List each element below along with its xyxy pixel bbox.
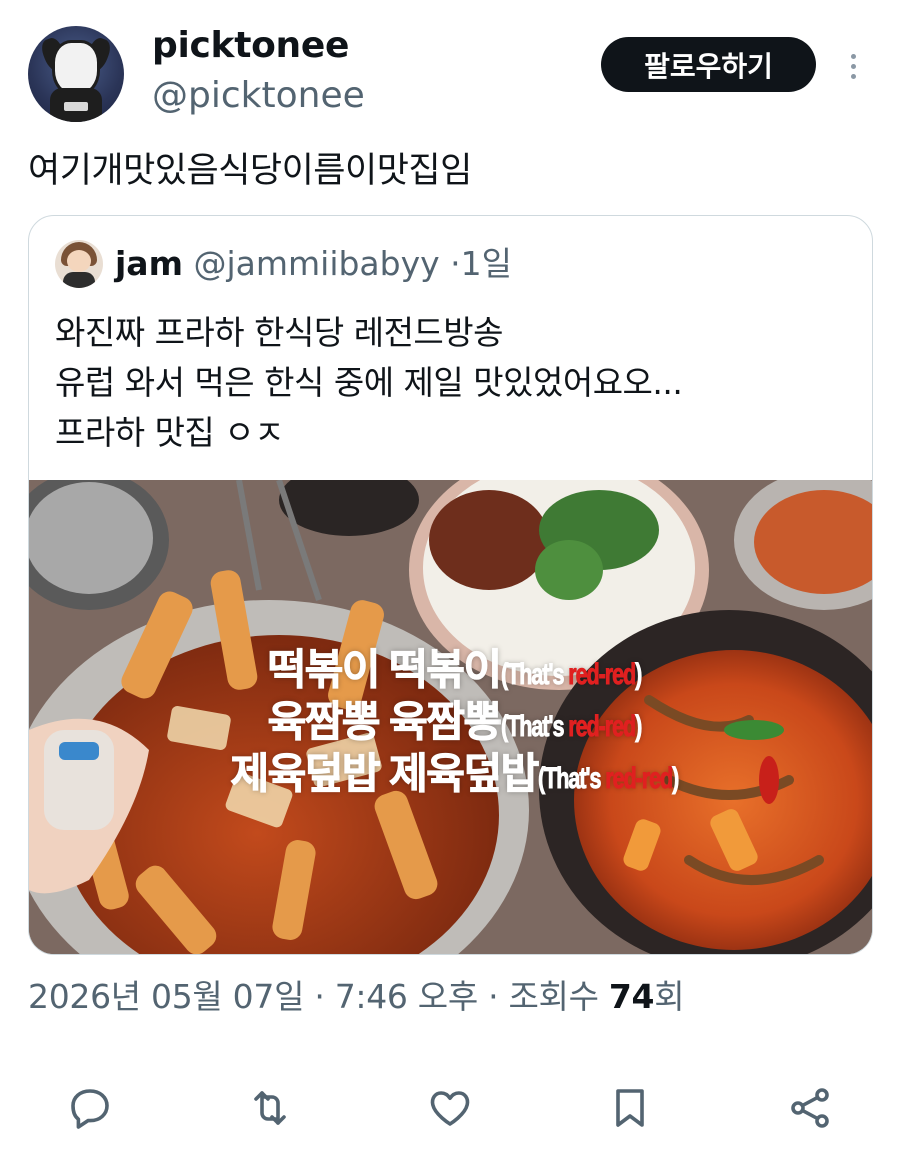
share-icon[interactable] [782,1080,838,1136]
author-avatar[interactable] [28,26,124,122]
quoted-separator: · [450,244,461,283]
caption-korean: 제육덮밥 제육덮밥 [230,750,540,798]
more-dot [850,53,856,59]
quoted-line: 프라하 맛집 ㅇㅈ [55,413,285,452]
action-bar [0,1080,900,1136]
photo-caption-line: 제육덮밥 제육덮밥(That's red-red) [29,740,872,801]
caption-english-pre: (That's [500,710,568,744]
reply-icon[interactable] [62,1080,118,1136]
author-display-name[interactable]: picktonee [152,24,349,68]
author-handle[interactable]: @picktonee [152,74,365,118]
views-count[interactable]: 74 [609,977,655,1016]
quoted-food-photo[interactable]: 떡볶이 떡볶이(That's red-red) 육짬뽕 육짬뽕(That's r… [29,480,872,954]
quoted-line: 와진짜 프라하 한식당 레전드방송 [55,313,504,352]
caption-english-red: red-red [605,762,674,796]
tweet-text: 여기개맛있음식당이름이맛집임 [28,151,472,191]
caption-english: (That's red-red) [537,762,680,796]
caption-english: (That's red-red) [500,710,642,744]
follow-button[interactable]: 팔로우하기 [601,37,816,92]
caption-english: (That's red-red) [500,658,642,692]
caption-english-pre: (That's [537,762,606,796]
caption-english-post: ) [634,658,642,692]
more-dot [850,63,856,69]
bookmark-icon[interactable] [602,1080,658,1136]
avatar-body [63,272,95,288]
tweet-meta: 2026년 05월 07일 · 7:46 오후 · 조회수 74회 [28,974,685,1020]
meta-separator: · [304,977,335,1016]
caption-english-post: ) [634,710,642,744]
caption-korean: 떡볶이 떡볶이 [267,646,503,694]
quoted-line: 유럽 와서 먹은 한식 중에 제일 맛있었어요오... [55,363,683,402]
quoted-header: jam @jammiibabyy ·1일 [115,242,512,286]
tweet-time[interactable]: 7:46 오후 [335,977,479,1016]
more-options-icon[interactable] [838,44,868,88]
quoted-handle[interactable]: @jammiibabyy [193,244,439,283]
quoted-body: 와진짜 프라하 한식당 레전드방송 유럽 와서 먹은 한식 중에 제일 맛있었어… [55,308,683,458]
caption-english-pre: (That's [500,658,568,692]
views-label: 조회수 [508,977,609,1016]
avatar-tag [64,102,88,111]
tweet-date[interactable]: 2026년 05월 07일 [28,977,304,1016]
meta-separator: · [477,977,509,1016]
caption-english-post: ) [671,762,680,796]
caption-english-red: red-red [567,710,637,744]
retweet-icon[interactable] [242,1080,298,1136]
quoted-author-avatar[interactable] [55,240,103,288]
more-dot [850,73,856,79]
quoted-display-name[interactable]: jam [115,244,183,283]
caption-english-red: red-red [567,658,637,692]
caption-korean: 육짬뽕 육짬뽕 [267,698,503,746]
like-icon[interactable] [422,1080,478,1136]
avatar-face [67,250,91,272]
quoted-tweet-card[interactable]: jam @jammiibabyy ·1일 와진짜 프라하 한식당 레전드방송 유… [28,215,873,955]
quoted-time[interactable]: 1일 [461,244,512,283]
views-suffix: 회 [654,977,685,1016]
